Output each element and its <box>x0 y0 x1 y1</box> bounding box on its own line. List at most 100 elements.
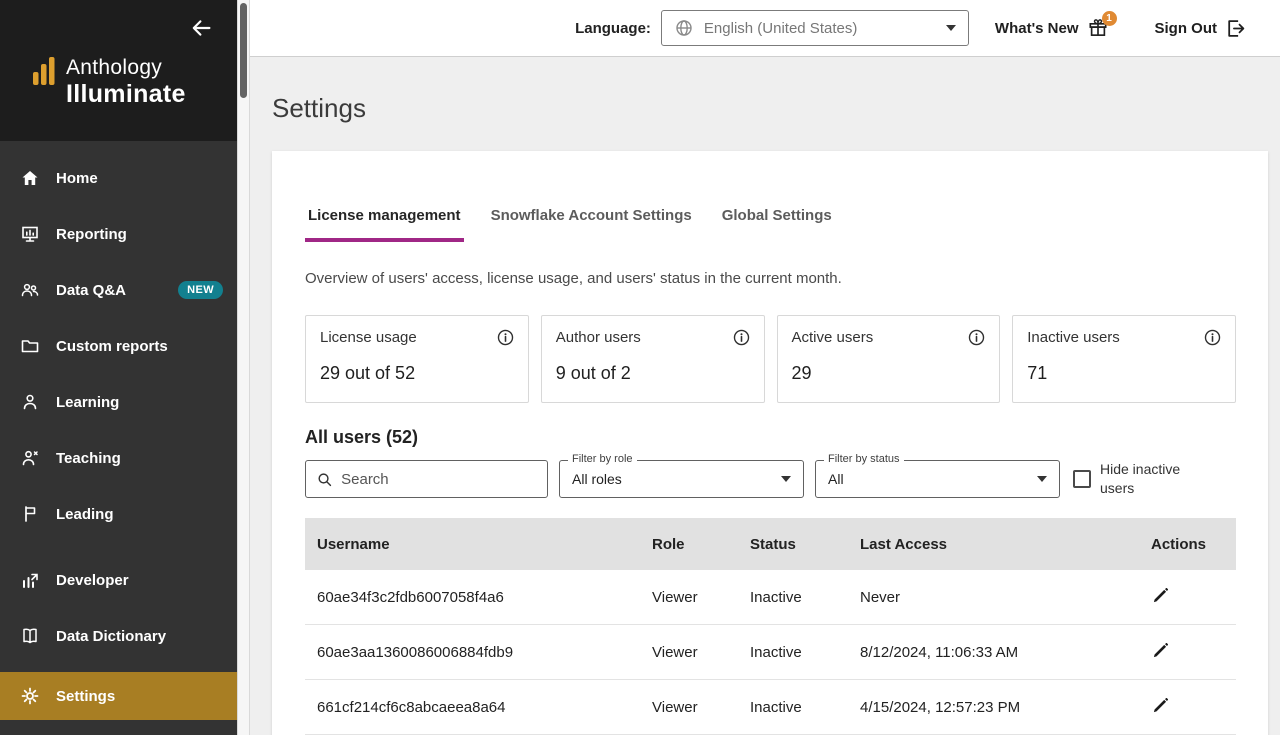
whats-new-label: What's New <box>994 19 1079 37</box>
reporting-icon <box>19 224 41 244</box>
filter-by-status-select[interactable]: Filter by status All <box>815 453 1060 498</box>
new-badge: NEW <box>178 281 223 299</box>
sidebar-item-leading[interactable]: Leading <box>0 486 237 542</box>
sidebar-item-label: Reporting <box>56 225 127 243</box>
language-select[interactable]: English (United States) <box>660 10 969 46</box>
cell-username: 60ae34f3c2fdb6007058f4a6 <box>317 588 504 606</box>
teaching-person-icon <box>19 448 41 468</box>
edit-user-button[interactable] <box>1152 641 1206 662</box>
tab-global-settings[interactable]: Global Settings <box>719 207 835 242</box>
info-icon[interactable] <box>733 329 750 346</box>
learning-person-icon <box>19 392 41 412</box>
stat-label: License usage <box>320 329 417 346</box>
whats-new-button[interactable]: What's New 1 <box>994 11 1117 39</box>
cell-last-access: Never <box>860 588 901 606</box>
cell-status: Inactive <box>750 698 802 716</box>
sidebar-item-data-dictionary[interactable]: Data Dictionary <box>0 608 237 664</box>
stat-card-author-users: Author users 9 out of 2 <box>540 315 765 403</box>
brand-line1: Anthology <box>66 56 163 79</box>
search-box <box>305 460 548 498</box>
stat-label: Inactive users <box>1027 329 1120 346</box>
developer-chart-icon <box>19 570 41 590</box>
brand: Anthology Illuminate <box>32 56 186 109</box>
brand-text: Anthology Illuminate <box>66 56 186 109</box>
sidebar-item-label: Settings <box>56 687 116 705</box>
leading-flag-icon <box>19 504 41 524</box>
info-icon[interactable] <box>968 329 985 346</box>
globe-icon <box>676 20 692 36</box>
main-content: Settings License management Snowflake Ac… <box>250 57 1280 735</box>
cell-last-access: 4/15/2024, 12:57:23 PM <box>860 698 1021 716</box>
sidebar-item-teaching[interactable]: Teaching <box>0 430 237 486</box>
collapse-sidebar-button[interactable] <box>189 16 213 43</box>
info-icon[interactable] <box>1204 329 1221 346</box>
pencil-icon <box>1153 697 1169 713</box>
edit-user-button[interactable] <box>1152 586 1206 607</box>
sidebar-item-home[interactable]: Home <box>0 150 237 206</box>
folder-icon <box>19 336 41 356</box>
hide-inactive-users-checkbox[interactable] <box>1073 470 1091 488</box>
back-arrow-icon <box>192 20 211 36</box>
sidebar-item-label: Custom reports <box>56 337 168 355</box>
tab-license-management[interactable]: License management <box>305 207 464 242</box>
sidebar-item-learning[interactable]: Learning <box>0 374 237 430</box>
stat-value: 29 <box>791 363 812 383</box>
edit-user-button[interactable] <box>1152 696 1206 717</box>
sidebar-item-label: Data Dictionary <box>56 627 167 645</box>
filter-by-role-value: All roles <box>572 471 622 487</box>
stat-card-inactive-users: Inactive users 71 <box>1012 315 1236 403</box>
filter-by-status-label: Filter by status <box>824 453 904 465</box>
sidebar-item-custom-reports[interactable]: Custom reports <box>0 318 237 374</box>
filter-by-role-select[interactable]: Filter by role All roles <box>559 453 804 498</box>
column-header-role: Role <box>652 535 685 553</box>
search-input[interactable] <box>341 470 536 488</box>
sidebar-item-settings[interactable]: Settings <box>0 672 237 720</box>
home-icon <box>19 168 41 188</box>
sign-out-label: Sign Out <box>1154 19 1218 37</box>
gift-icon: 1 <box>1087 11 1117 39</box>
sidebar-header: Anthology Illuminate <box>0 0 237 141</box>
sidebar-item-developer[interactable]: Developer <box>0 552 237 608</box>
sidebar-item-data-qa[interactable]: Data Q&A NEW <box>0 262 237 318</box>
info-icon[interactable] <box>497 329 514 346</box>
cell-status: Inactive <box>750 588 802 606</box>
cell-username: 60ae3aa1360086006884fdb9 <box>317 643 514 661</box>
hide-inactive-users-control: Hide inactive users <box>1073 460 1192 498</box>
table-header-row: Username Role Status Last Access Actions <box>305 518 1236 570</box>
column-header-actions: Actions <box>1150 535 1206 553</box>
cell-status: Inactive <box>750 643 802 661</box>
data-qa-icon <box>19 280 41 300</box>
scrollbar-thumb[interactable] <box>240 3 247 98</box>
pencil-icon <box>1153 642 1169 658</box>
sidebar-item-reporting[interactable]: Reporting <box>0 206 237 262</box>
cell-role: Viewer <box>652 698 698 716</box>
filter-by-status-value: All <box>828 471 844 487</box>
language-value: English (United States) <box>703 19 858 37</box>
stat-value: 9 out of 2 <box>555 363 631 383</box>
stat-value: 29 out of 52 <box>320 363 416 383</box>
sidebar-nav: Home Reporting Data Q&A NEW Custom repor… <box>0 141 237 720</box>
sign-out-button[interactable]: Sign Out <box>1155 18 1247 39</box>
table-row: 60ae34f3c2fdb6007058f4a6 Viewer Inactive… <box>305 570 1236 625</box>
stat-cards: License usage 29 out of 52 Author users … <box>305 315 1236 403</box>
cell-role: Viewer <box>652 643 698 661</box>
table-row: 60ae3aa1360086006884fdb9 Viewer Inactive… <box>305 625 1236 680</box>
sidebar-item-label: Home <box>56 169 98 187</box>
tabs: License management Snowflake Account Set… <box>305 207 1236 242</box>
tab-snowflake-account-settings[interactable]: Snowflake Account Settings <box>488 207 695 242</box>
column-header-username: Username <box>317 535 390 553</box>
chevron-down-icon <box>1037 476 1047 482</box>
page-title: Settings <box>272 93 366 123</box>
notification-badge: 1 <box>1101 11 1117 26</box>
gear-icon <box>19 686 41 706</box>
all-users-heading: All users (52) <box>305 427 419 447</box>
sidebar-item-label: Developer <box>56 571 129 589</box>
column-header-status: Status <box>750 535 796 553</box>
page-scrollbar[interactable] <box>237 0 250 735</box>
brand-line2: Illuminate <box>66 80 186 108</box>
search-icon <box>318 472 332 486</box>
settings-card: License management Snowflake Account Set… <box>272 151 1268 735</box>
book-icon <box>19 626 41 646</box>
table-row: 661cf214cf6c8abcaeea8a64 Viewer Inactive… <box>305 680 1236 735</box>
chevron-down-icon <box>781 476 791 482</box>
